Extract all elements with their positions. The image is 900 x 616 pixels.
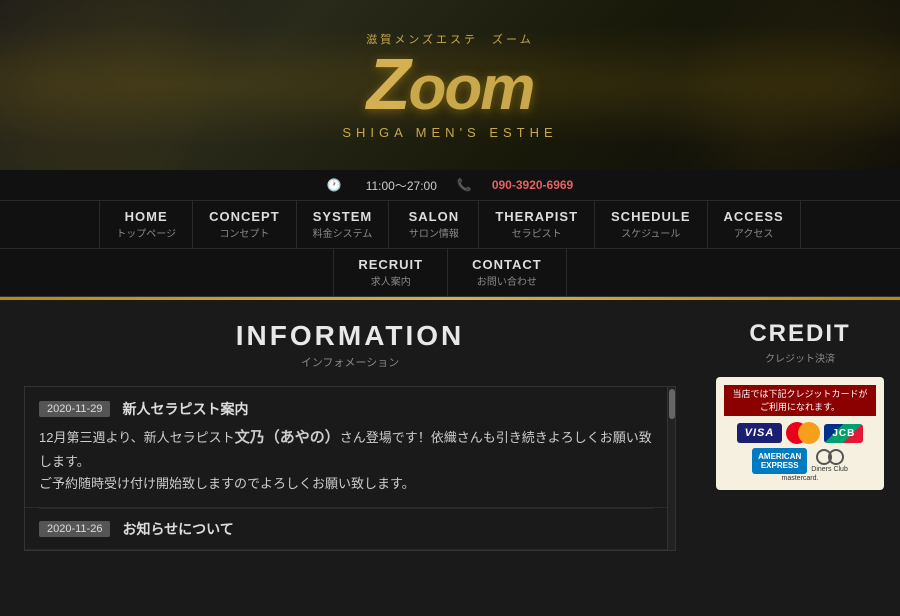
info-item-2-header: 2020-11-26 お知らせについて xyxy=(39,519,653,539)
info-title-1: 新人セラピスト案内 xyxy=(122,399,248,419)
nav-salon-jp: サロン情報 xyxy=(409,225,459,240)
info-date-2: 2020-11-26 xyxy=(39,521,110,537)
nav-schedule-en: SCHEDULE xyxy=(611,209,691,224)
info-body-1: 12月第三週より、新人セラピスト文乃（あやの）さん登場です！依織さんも引き続きよ… xyxy=(39,425,653,495)
info-item-2: 2020-11-26 お知らせについて xyxy=(25,509,667,550)
info-body-prefix: 12月第三週より、新人セラピスト xyxy=(39,430,235,445)
nav-item-access[interactable]: ACCESS アクセス xyxy=(708,201,801,248)
nav-item-therapist[interactable]: THERAPIST セラピスト xyxy=(479,201,595,248)
nav-item-home[interactable]: HOME トップページ xyxy=(99,201,193,248)
nav-item-schedule[interactable]: SCHEDULE スケジュール xyxy=(595,201,708,248)
nav-therapist-jp: セラピスト xyxy=(512,225,562,240)
amex-logo: AMERICANEXPRESS xyxy=(752,448,807,474)
info-scroll-wrapper: 2020-11-29 新人セラピスト案内 12月第三週より、新人セラピスト文乃（… xyxy=(24,386,676,551)
scroll-thumb[interactable] xyxy=(669,389,675,419)
nav-schedule-jp: スケジュール xyxy=(621,225,680,240)
info-title-2: お知らせについて xyxy=(122,519,233,539)
diners-text: Diners Club xyxy=(811,466,848,473)
mastercard-logo xyxy=(786,422,820,444)
credit-title-en: CREDIT xyxy=(716,320,884,348)
info-date-1: 2020-11-29 xyxy=(39,401,110,417)
nav-row-1: HOME トップページ CONCEPT コンセプト SYSTEM 料金システム … xyxy=(0,200,900,248)
clock-icon: 🕐 xyxy=(327,178,342,192)
nav-item-contact[interactable]: CONTACT お問い合わせ xyxy=(448,249,567,296)
logo-oom: oom xyxy=(409,54,534,123)
info-item-1-header: 2020-11-29 新人セラピスト案内 xyxy=(39,399,653,419)
header: 滋賀メンズエステ ズーム Zoom SHIGA MEN'S ESTHE xyxy=(0,0,900,170)
info-item-1: 2020-11-29 新人セラピスト案内 12月第三週より、新人セラピスト文乃（… xyxy=(25,387,667,508)
section-title-jp: インフォメーション xyxy=(24,354,676,370)
card-logos: VISA JCB AMERICANEXPRESS Diners Club xyxy=(724,422,876,474)
nav-system-en: SYSTEM xyxy=(313,209,372,224)
nav-concept-en: CONCEPT xyxy=(209,209,280,224)
nav-recruit-en: RECRUIT xyxy=(358,257,423,272)
sidebar: CREDIT クレジット決済 当店では下記クレジットカードがご利用になれます。 … xyxy=(700,300,900,616)
info-scroll-content: 2020-11-29 新人セラピスト案内 12月第三週より、新人セラピスト文乃（… xyxy=(25,387,667,550)
section-title-information: INFORMATION インフォメーション xyxy=(24,320,676,370)
info-bar: 🕐 11:00～27:00 📞 090-3920-6969 xyxy=(0,170,900,200)
mc-subtext: mastercard. xyxy=(724,475,876,482)
mc-circle-orange xyxy=(798,422,820,444)
diners-logo: Diners Club xyxy=(811,449,848,473)
nav-system-jp: 料金システム xyxy=(313,225,373,240)
nav-salon-en: SALON xyxy=(409,209,460,224)
nav-home-jp: トップページ xyxy=(116,225,176,240)
credit-card-box: 当店では下記クレジットカードがご利用になれます。 VISA JCB AMERIC… xyxy=(716,377,884,490)
nav-item-concept[interactable]: CONCEPT コンセプト xyxy=(193,201,297,248)
nav-contact-en: CONTACT xyxy=(472,257,542,272)
nav-home-en: HOME xyxy=(125,209,168,224)
diners-circles xyxy=(816,449,844,465)
nav-item-system[interactable]: SYSTEM 料金システム xyxy=(297,201,390,248)
logo-z: Z xyxy=(367,45,409,125)
mc-circles xyxy=(786,422,820,444)
info-body-highlight: 文乃（あやの） xyxy=(235,429,340,446)
nav-item-recruit[interactable]: RECRUIT 求人案内 xyxy=(333,249,448,296)
section-title-en: INFORMATION xyxy=(24,320,676,352)
content-area: INFORMATION インフォメーション 2020-11-29 新人セラピスト… xyxy=(0,300,900,616)
main-content: INFORMATION インフォメーション 2020-11-29 新人セラピスト… xyxy=(0,300,700,616)
nav-recruit-jp: 求人案内 xyxy=(371,273,411,288)
nav-item-salon[interactable]: SALON サロン情報 xyxy=(389,201,479,248)
credit-card-header: 当店では下記クレジットカードがご利用になれます。 xyxy=(724,385,876,416)
business-hours: 11:00～27:00 xyxy=(366,177,437,194)
credit-title-jp: クレジット決済 xyxy=(716,350,884,365)
phone-number: 090-3920-6969 xyxy=(492,178,573,192)
site-logo: Zoom xyxy=(367,49,534,121)
jcb-logo: JCB xyxy=(824,424,863,443)
scrollbar[interactable] xyxy=(667,387,675,550)
nav-therapist-en: THERAPIST xyxy=(495,209,578,224)
nav-concept-jp: コンセプト xyxy=(219,225,269,240)
nav-row-2: RECRUIT 求人案内 CONTACT お問い合わせ xyxy=(0,248,900,296)
visa-logo: VISA xyxy=(737,423,783,443)
nav-contact-jp: お問い合わせ xyxy=(477,273,537,288)
navigation: HOME トップページ CONCEPT コンセプト SYSTEM 料金システム … xyxy=(0,200,900,297)
nav-access-jp: アクセス xyxy=(734,225,774,240)
credit-title: CREDIT クレジット決済 xyxy=(716,320,884,365)
header-tagline: SHIGA MEN'S ESTHE xyxy=(342,125,557,140)
diners-circle-right xyxy=(828,449,844,465)
nav-access-en: ACCESS xyxy=(724,209,784,224)
phone-icon: 📞 xyxy=(457,178,472,192)
